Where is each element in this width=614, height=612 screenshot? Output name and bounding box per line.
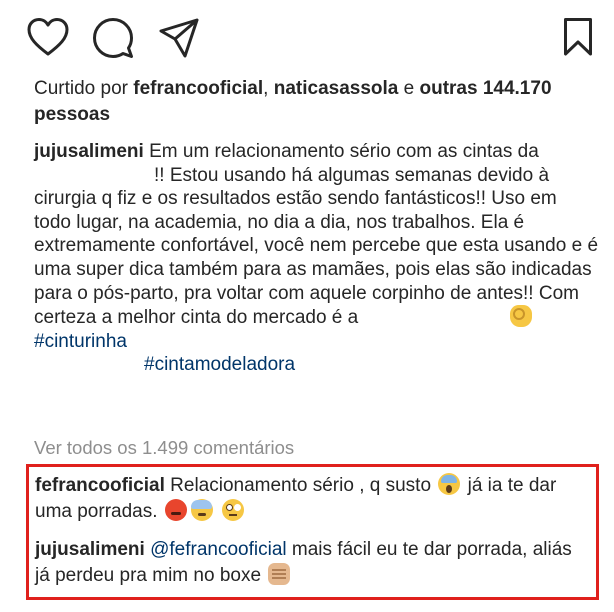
angry-face-emoji <box>164 499 187 521</box>
bookmark-icon[interactable] <box>563 17 593 57</box>
eye-roll-emoji <box>222 499 245 521</box>
liker-link[interactable]: naticasassola <box>274 78 399 99</box>
highlighted-comments-box: fefrancooficial Relacionamento sério , q… <box>26 464 599 600</box>
liker-link[interactable]: fefrancooficial <box>133 78 263 99</box>
share-icon[interactable] <box>158 17 200 59</box>
heart-icon[interactable] <box>26 16 70 58</box>
caption-text-1: Em um relacionamento sério com as cintas… <box>149 141 539 162</box>
likes-summary: Curtido por fefrancooficial, naticasasso… <box>34 76 594 128</box>
ok-hand-emoji <box>510 305 533 328</box>
comment: fefrancooficial Relacionamento sério , q… <box>35 473 590 525</box>
comment-username[interactable]: jujusalimeni <box>35 539 145 560</box>
comment-text: Relacionamento sério , q susto <box>170 475 432 496</box>
post-caption: jujusalimeni Em um relacionamento sério … <box>34 140 599 377</box>
sweat-face-emoji <box>190 499 213 521</box>
screaming-face-emoji <box>438 473 461 495</box>
comment-icon[interactable] <box>92 17 134 59</box>
post-action-bar <box>0 16 614 60</box>
view-all-comments-link[interactable]: Ver todos os 1.499 comentários <box>34 437 294 459</box>
hashtag-link[interactable]: #cinturinha <box>34 331 127 352</box>
caption-text-2: !! Estou usando há algumas semanas devid… <box>34 164 599 329</box>
likes-separator: , <box>263 78 274 99</box>
hashtag-link[interactable]: #cintamodeladora <box>144 354 295 375</box>
comment: jujusalimeni @fefrancooficial mais fácil… <box>35 537 590 589</box>
caption-username[interactable]: jujusalimeni <box>34 141 144 162</box>
fist-emoji <box>268 563 291 585</box>
mention-link[interactable]: @fefrancooficial <box>150 539 287 560</box>
likes-prefix: Curtido por <box>34 78 134 99</box>
likes-conjunction: e <box>398 78 420 99</box>
comment-username[interactable]: fefrancooficial <box>35 475 165 496</box>
